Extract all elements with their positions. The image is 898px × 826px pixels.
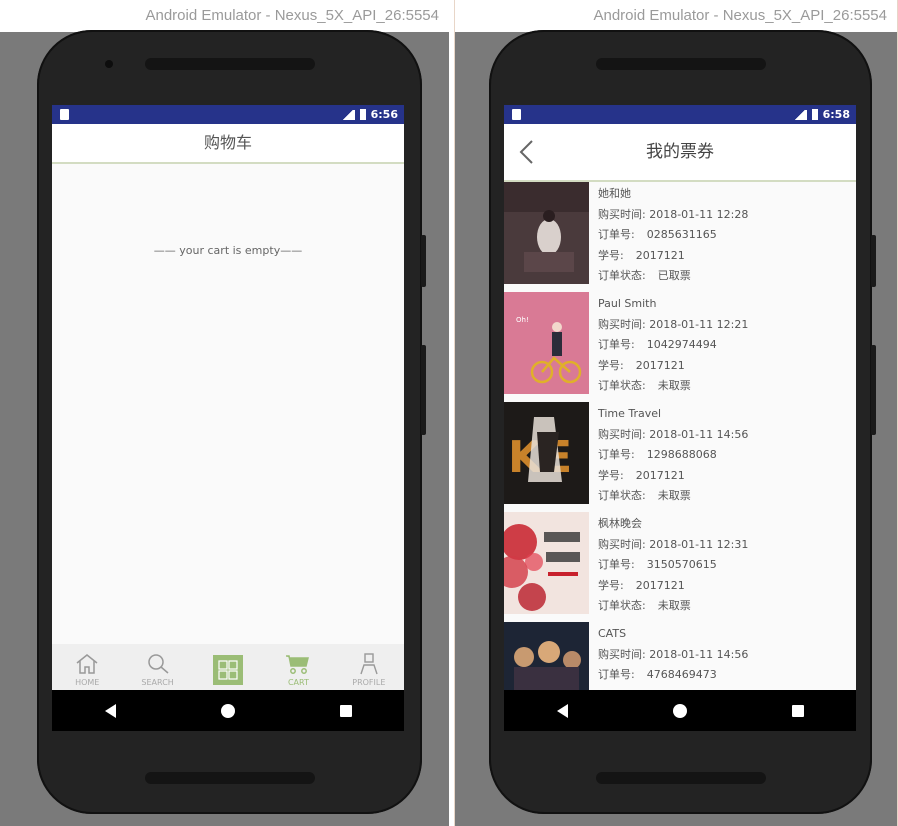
- ticket-info: CATS 购买时间: 2018-01-11 14:56 订单号: 47684694…: [589, 622, 748, 690]
- speaker-top: [144, 58, 315, 70]
- page-title: 购物车: [52, 124, 404, 164]
- status-bar: 6:56: [52, 105, 404, 124]
- signal-icon: [340, 109, 355, 120]
- tab-label: CART: [287, 678, 309, 687]
- grid-icon: [213, 654, 244, 686]
- back-icon[interactable]: [104, 703, 116, 718]
- emulator-window-left: Android Emulator - Nexus_5X_API_26:5554 …: [0, 0, 449, 826]
- ticket-info: Paul Smith 购买时间: 2018-01-11 12:21 订单号: 10…: [589, 292, 748, 402]
- tab-cart[interactable]: CART: [263, 644, 333, 690]
- battery-icon: [811, 109, 818, 120]
- phone-frame: 6:56 购物车 —— your cart is empty—— HOME SE…: [37, 30, 426, 814]
- order-number: 订单号: 3150570615: [598, 558, 717, 571]
- recents-icon[interactable]: [339, 704, 352, 717]
- ticket-item[interactable]: KE Time Travel 购买时间: 2018-01-11 14:56 订单…: [504, 402, 856, 512]
- phone-frame: 6:58 我的票券 她和她 购买时间: 2018-01-11 12:28 订单号…: [489, 30, 876, 814]
- ticket-info: 她和她 购买时间: 2018-01-11 12:28 订单号: 028563116…: [589, 182, 748, 292]
- ticket-item[interactable]: CATS 购买时间: 2018-01-11 14:56 订单号: 47684694…: [504, 622, 856, 690]
- order-number: 订单号: 1042974494: [598, 338, 717, 351]
- ticket-list[interactable]: 她和她 购买时间: 2018-01-11 12:28 订单号: 028563116…: [504, 182, 856, 690]
- ticket-item[interactable]: 她和她 购买时间: 2018-01-11 12:28 订单号: 028563116…: [504, 182, 856, 292]
- ticket-name: Paul Smith: [598, 297, 657, 310]
- sd-card-icon: [60, 109, 69, 120]
- camera: [105, 60, 113, 68]
- student-id: 学号: 2017121: [598, 578, 685, 592]
- ticket-name: CATS: [598, 627, 627, 640]
- poster-image: Oh!: [504, 292, 589, 394]
- tab-label: HOME: [75, 678, 100, 687]
- speaker-bottom: [144, 772, 315, 784]
- search-icon: [143, 651, 173, 677]
- order-number: 订单号: 4768469473: [598, 668, 717, 681]
- order-status: 订单状态: 未取票: [598, 489, 691, 502]
- emulator-window-right: Android Emulator - Nexus_5X_API_26:5554 …: [454, 0, 898, 826]
- ticket-info: 枫林晚会 购买时间: 2018-01-11 12:31 订单号: 31505706…: [589, 512, 748, 622]
- bottom-tab-bar: HOME SEARCH CART PROFILE: [52, 644, 404, 690]
- android-nav-bar: [52, 690, 404, 731]
- order-status: 订单状态: 未取票: [598, 599, 691, 612]
- ticket-name: Time Travel: [598, 407, 662, 420]
- ticket-info: Time Travel 购买时间: 2018-01-11 14:56 订单号: 1…: [589, 402, 748, 512]
- tab-label: PROFILE: [352, 678, 386, 687]
- tab-grid[interactable]: [193, 644, 263, 690]
- student-id: 学号: 2017121: [598, 468, 685, 482]
- student-id: 学号: 2017121: [598, 358, 685, 372]
- cart-icon: [283, 651, 313, 677]
- status-time: 6:56: [370, 108, 398, 121]
- phone-screen: 6:56 购物车 —— your cart is empty—— HOME SE…: [52, 105, 404, 731]
- ticket-name: 枫林晚会: [598, 517, 642, 530]
- back-arrow-icon[interactable]: [516, 138, 540, 166]
- page-title: 我的票券: [646, 142, 714, 162]
- android-nav-bar: [504, 690, 856, 731]
- order-status: 订单状态: 未取票: [598, 379, 691, 392]
- purchase-time: 购买时间: 2018-01-11 12:28: [598, 207, 749, 221]
- poster-image: [504, 512, 589, 614]
- home-button-icon[interactable]: [672, 703, 687, 718]
- back-icon[interactable]: [556, 703, 568, 718]
- status-time: 6:58: [822, 108, 850, 121]
- tab-home[interactable]: HOME: [52, 644, 122, 690]
- home-icon: [72, 651, 102, 677]
- order-status: 订单状态: 已取票: [598, 269, 691, 282]
- power-button[interactable]: [421, 345, 426, 435]
- window-title: Android Emulator - Nexus_5X_API_26:5554: [455, 0, 897, 32]
- status-bar: 6:58: [504, 105, 856, 124]
- volume-button[interactable]: [871, 235, 876, 287]
- poster-image: [504, 182, 589, 284]
- order-number: 订单号: 0285631165: [598, 228, 717, 241]
- recents-icon[interactable]: [791, 704, 804, 717]
- volume-button[interactable]: [421, 235, 426, 287]
- svg-text:Oh!: Oh!: [516, 316, 529, 324]
- order-number: 订单号: 1298688068: [598, 448, 717, 461]
- ticket-item[interactable]: 枫林晚会 购买时间: 2018-01-11 12:31 订单号: 31505706…: [504, 512, 856, 622]
- empty-cart-message: —— your cart is empty——: [153, 244, 303, 257]
- purchase-time: 购买时间: 2018-01-11 12:31: [598, 537, 749, 551]
- tab-profile[interactable]: PROFILE: [334, 644, 404, 690]
- home-button-icon[interactable]: [220, 703, 235, 718]
- speaker-bottom: [595, 772, 766, 784]
- sd-card-icon: [512, 109, 521, 120]
- profile-icon: [354, 651, 384, 677]
- speaker-top: [595, 58, 766, 70]
- header: 我的票券: [504, 124, 856, 182]
- student-id: 学号: 2017121: [598, 248, 685, 262]
- purchase-time: 购买时间: 2018-01-11 12:21: [598, 317, 749, 331]
- tab-label: SEARCH: [141, 678, 174, 687]
- power-button[interactable]: [871, 345, 876, 435]
- window-title: Android Emulator - Nexus_5X_API_26:5554: [0, 0, 449, 32]
- ticket-item[interactable]: Oh! Paul Smith 购买时间: 2018-01-11 12:21 订单…: [504, 292, 856, 402]
- tab-search[interactable]: SEARCH: [122, 644, 192, 690]
- phone-screen: 6:58 我的票券 她和她 购买时间: 2018-01-11 12:28 订单号…: [504, 105, 856, 731]
- purchase-time: 购买时间: 2018-01-11 14:56: [598, 427, 749, 441]
- ticket-name: 她和她: [598, 187, 631, 200]
- battery-icon: [359, 109, 366, 120]
- poster-image: [504, 622, 589, 690]
- poster-image: KE: [504, 402, 589, 504]
- signal-icon: [792, 109, 807, 120]
- purchase-time: 购买时间: 2018-01-11 14:56: [598, 647, 749, 661]
